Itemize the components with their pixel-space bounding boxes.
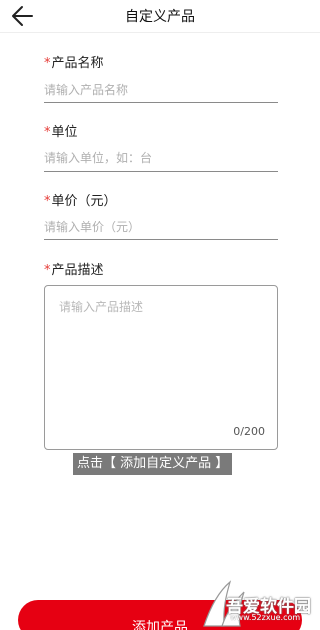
required-mark: * [44,194,51,209]
required-mark: * [44,263,51,278]
unit-label: *单位 [44,121,78,140]
page-title: 自定义产品 [125,9,195,25]
required-mark: * [44,56,51,71]
product-name-label: *产品名称 [44,52,104,71]
description-textarea[interactable] [59,298,265,418]
price-underline [44,239,278,240]
unit-underline [44,171,278,172]
header-divider [0,32,320,33]
product-name-input[interactable] [44,78,278,102]
product-name-label-text: 产品名称 [51,56,104,71]
watermark-url: www.52zxue.com [230,613,301,622]
unit-label-text: 单位 [51,125,78,140]
header-bar: 自定义产品 [0,0,320,32]
char-counter: 0/200 [233,425,265,438]
required-mark: * [44,125,51,140]
description-label-text: 产品描述 [51,263,104,278]
price-label-text: 单价（元） [51,194,117,209]
product-name-underline [44,102,278,103]
arrow-left-icon[interactable] [10,4,36,28]
price-label: *单价（元） [44,190,117,209]
watermark: 吾爱软件园 www.52zxue.com [196,578,316,630]
description-box: 0/200 [44,285,278,450]
hint-caption: 点击【 添加自定义产品 】 [73,453,233,475]
unit-input[interactable] [44,146,278,170]
price-input[interactable] [44,215,278,239]
description-label: *产品描述 [44,259,104,278]
